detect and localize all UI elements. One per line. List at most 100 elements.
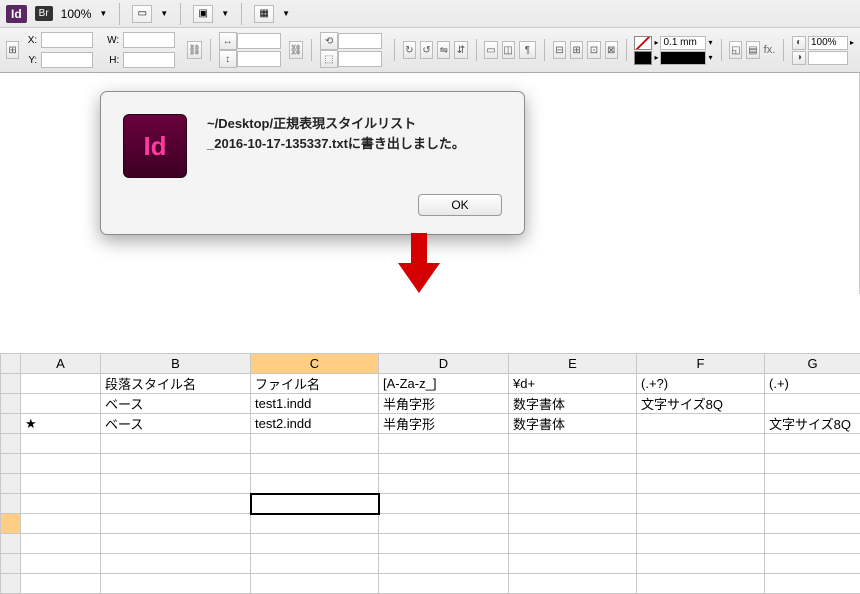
cell[interactable]: 文字サイズ8Q [637,394,765,414]
stroke-style-input[interactable] [660,51,706,65]
cell[interactable] [21,494,101,514]
cell[interactable] [765,474,860,494]
cell[interactable] [251,554,379,574]
x-input[interactable] [41,32,93,48]
paragraph-style-icon[interactable]: ¶ [519,41,536,59]
cell[interactable] [21,434,101,454]
cell[interactable] [637,514,765,534]
align-icon[interactable]: ⊟ [553,41,566,59]
column-header[interactable]: F [637,354,765,374]
cell[interactable] [765,514,860,534]
cell[interactable] [379,574,509,594]
ok-button[interactable]: OK [418,194,502,216]
blend-icon[interactable]: ◑ [792,51,806,65]
cell[interactable] [637,434,765,454]
view-mode-button[interactable]: ▭ [132,5,152,23]
cell[interactable]: test2.indd [251,414,379,434]
effects-label[interactable]: fx. [764,44,776,56]
cell[interactable]: 文字サイズ8Q [765,414,860,434]
cell[interactable] [101,434,251,454]
flip-horizontal-icon[interactable]: ⇋ [437,41,450,59]
row-header[interactable] [1,494,21,514]
cell[interactable] [509,574,637,594]
cell[interactable] [509,534,637,554]
cell[interactable] [509,454,637,474]
row-header[interactable] [1,454,21,474]
cell[interactable] [251,454,379,474]
cell[interactable] [21,394,101,414]
row-header[interactable] [1,414,21,434]
cell[interactable] [637,554,765,574]
cell[interactable] [21,374,101,394]
row-header[interactable] [1,394,21,414]
stroke-weight-input[interactable]: 0.1 mm [660,36,706,50]
opacity-input[interactable]: 100% [808,36,848,50]
fill-swatch[interactable] [634,36,652,50]
row-header[interactable] [1,554,21,574]
column-header[interactable]: E [509,354,637,374]
cell[interactable] [637,534,765,554]
cell[interactable] [379,454,509,474]
cell[interactable]: 段落スタイル名 [101,374,251,394]
cell[interactable] [379,474,509,494]
cell[interactable]: ベース [101,414,251,434]
row-header[interactable] [1,374,21,394]
corner-options-icon[interactable]: ◱ [729,41,742,59]
cell[interactable] [765,554,860,574]
blend-input[interactable] [808,51,848,65]
cell[interactable] [379,514,509,534]
corner-cell[interactable] [1,354,21,374]
cell[interactable]: 半角字形 [379,414,509,434]
cell[interactable] [101,574,251,594]
cell[interactable] [251,474,379,494]
cell[interactable]: ¥d+ [509,374,637,394]
row-header[interactable] [1,434,21,454]
cell[interactable] [21,574,101,594]
cell[interactable] [637,454,765,474]
rotation-input[interactable] [338,33,382,49]
cell[interactable]: ★ [21,414,101,434]
column-header[interactable]: A [21,354,101,374]
scale-y-icon[interactable]: ↕ [219,50,237,68]
flip-vertical-icon[interactable]: ⇵ [454,41,467,59]
scale-y-input[interactable] [237,51,281,67]
cell[interactable]: (.+) [765,374,860,394]
chevron-down-icon[interactable]: ▸ [654,53,658,62]
cell[interactable]: 数字書体 [509,394,637,414]
cell[interactable] [101,514,251,534]
zoom-level[interactable]: 100% [61,7,92,21]
column-header[interactable]: B [101,354,251,374]
constrain-scale-icon[interactable]: ⛓ [289,41,304,59]
stroke-swatch[interactable] [634,51,652,65]
bridge-badge[interactable]: Br [35,6,53,21]
cell[interactable]: 数字書体 [509,414,637,434]
cell[interactable]: ファイル名 [251,374,379,394]
cell[interactable] [637,474,765,494]
cell[interactable]: (.+?) [637,374,765,394]
cell[interactable] [509,514,637,534]
distribute-icon[interactable]: ⊞ [570,41,583,59]
cell[interactable]: ベース [101,394,251,414]
cell[interactable] [101,454,251,474]
column-header[interactable]: C [251,354,379,374]
dropdown-chevron-icon[interactable]: ▼ [221,9,229,18]
cell[interactable] [765,494,860,514]
width-input[interactable] [123,32,175,48]
dropdown-chevron-icon[interactable]: ▼ [160,9,168,18]
cell[interactable] [21,554,101,574]
cell[interactable] [637,414,765,434]
cell[interactable] [21,534,101,554]
cell[interactable] [637,494,765,514]
column-header[interactable]: G [765,354,860,374]
cell[interactable] [251,514,379,534]
cell[interactable] [379,554,509,574]
cell[interactable] [251,574,379,594]
reference-point-icon[interactable]: ⊞ [6,41,19,59]
spreadsheet[interactable]: A B C D E F G 段落スタイル名ファイル名[A-Za-z_]¥d+(.… [0,353,860,594]
cell[interactable] [21,454,101,474]
dropdown-chevron-icon[interactable]: ▼ [99,9,107,18]
rotate-icon[interactable]: ⟲ [320,32,338,50]
cell[interactable] [379,494,509,514]
cell[interactable] [21,514,101,534]
scale-x-input[interactable] [237,33,281,49]
